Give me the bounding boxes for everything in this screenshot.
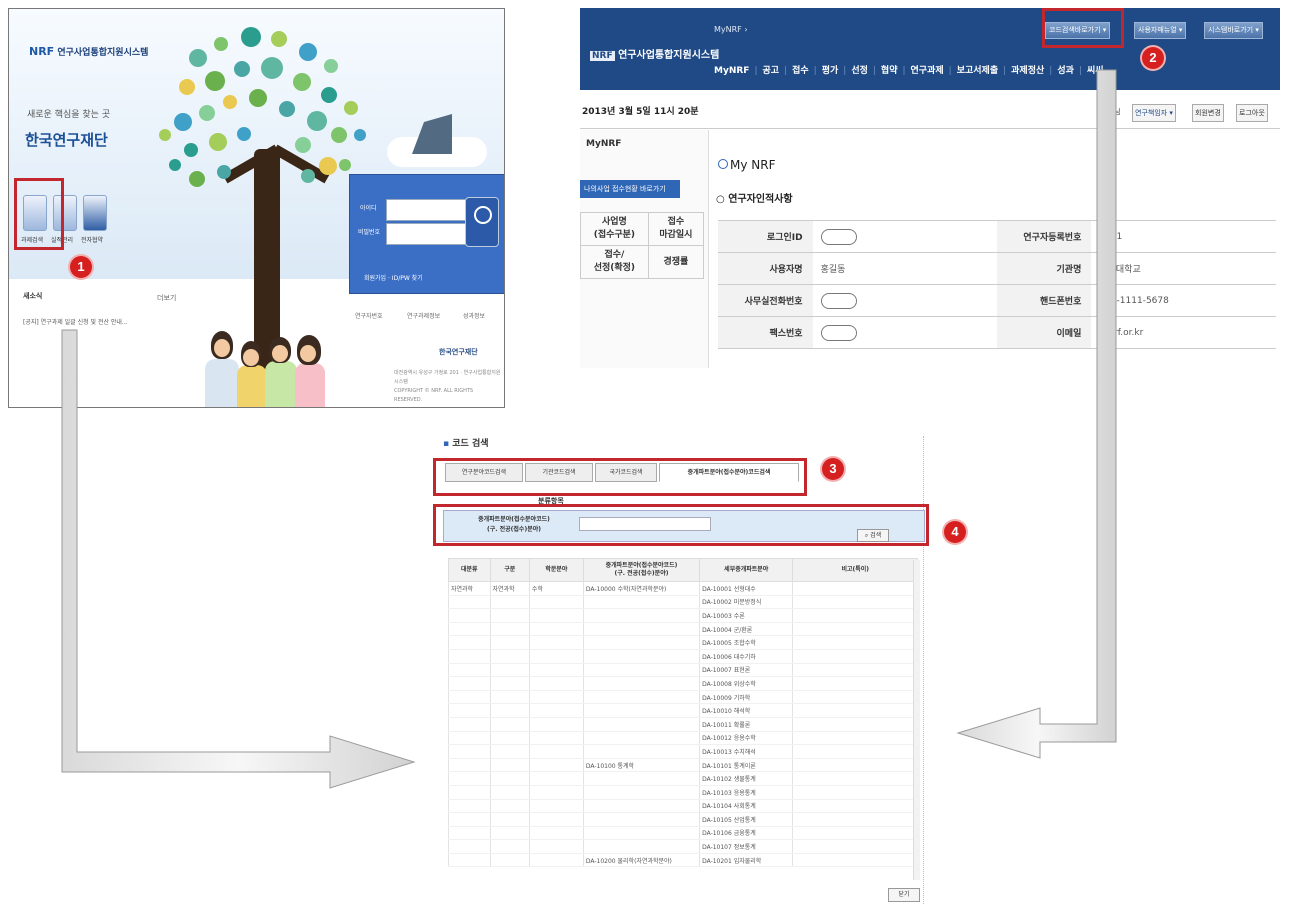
highlight-quick-icon [14, 178, 64, 250]
step-marker-2: 2 [1142, 47, 1164, 69]
highlight-search-tab [433, 458, 807, 496]
arrow-portal-to-search [61, 329, 416, 789]
arrow-mynrf-to-search [956, 69, 1117, 759]
highlight-code-search-shortcut [1042, 8, 1124, 48]
step-marker-3: 3 [822, 458, 844, 480]
highlight-search-form [433, 504, 929, 546]
step-marker-1: 1 [70, 256, 92, 278]
flow-arrows [61, 69, 1117, 789]
step-marker-4: 4 [944, 521, 966, 543]
